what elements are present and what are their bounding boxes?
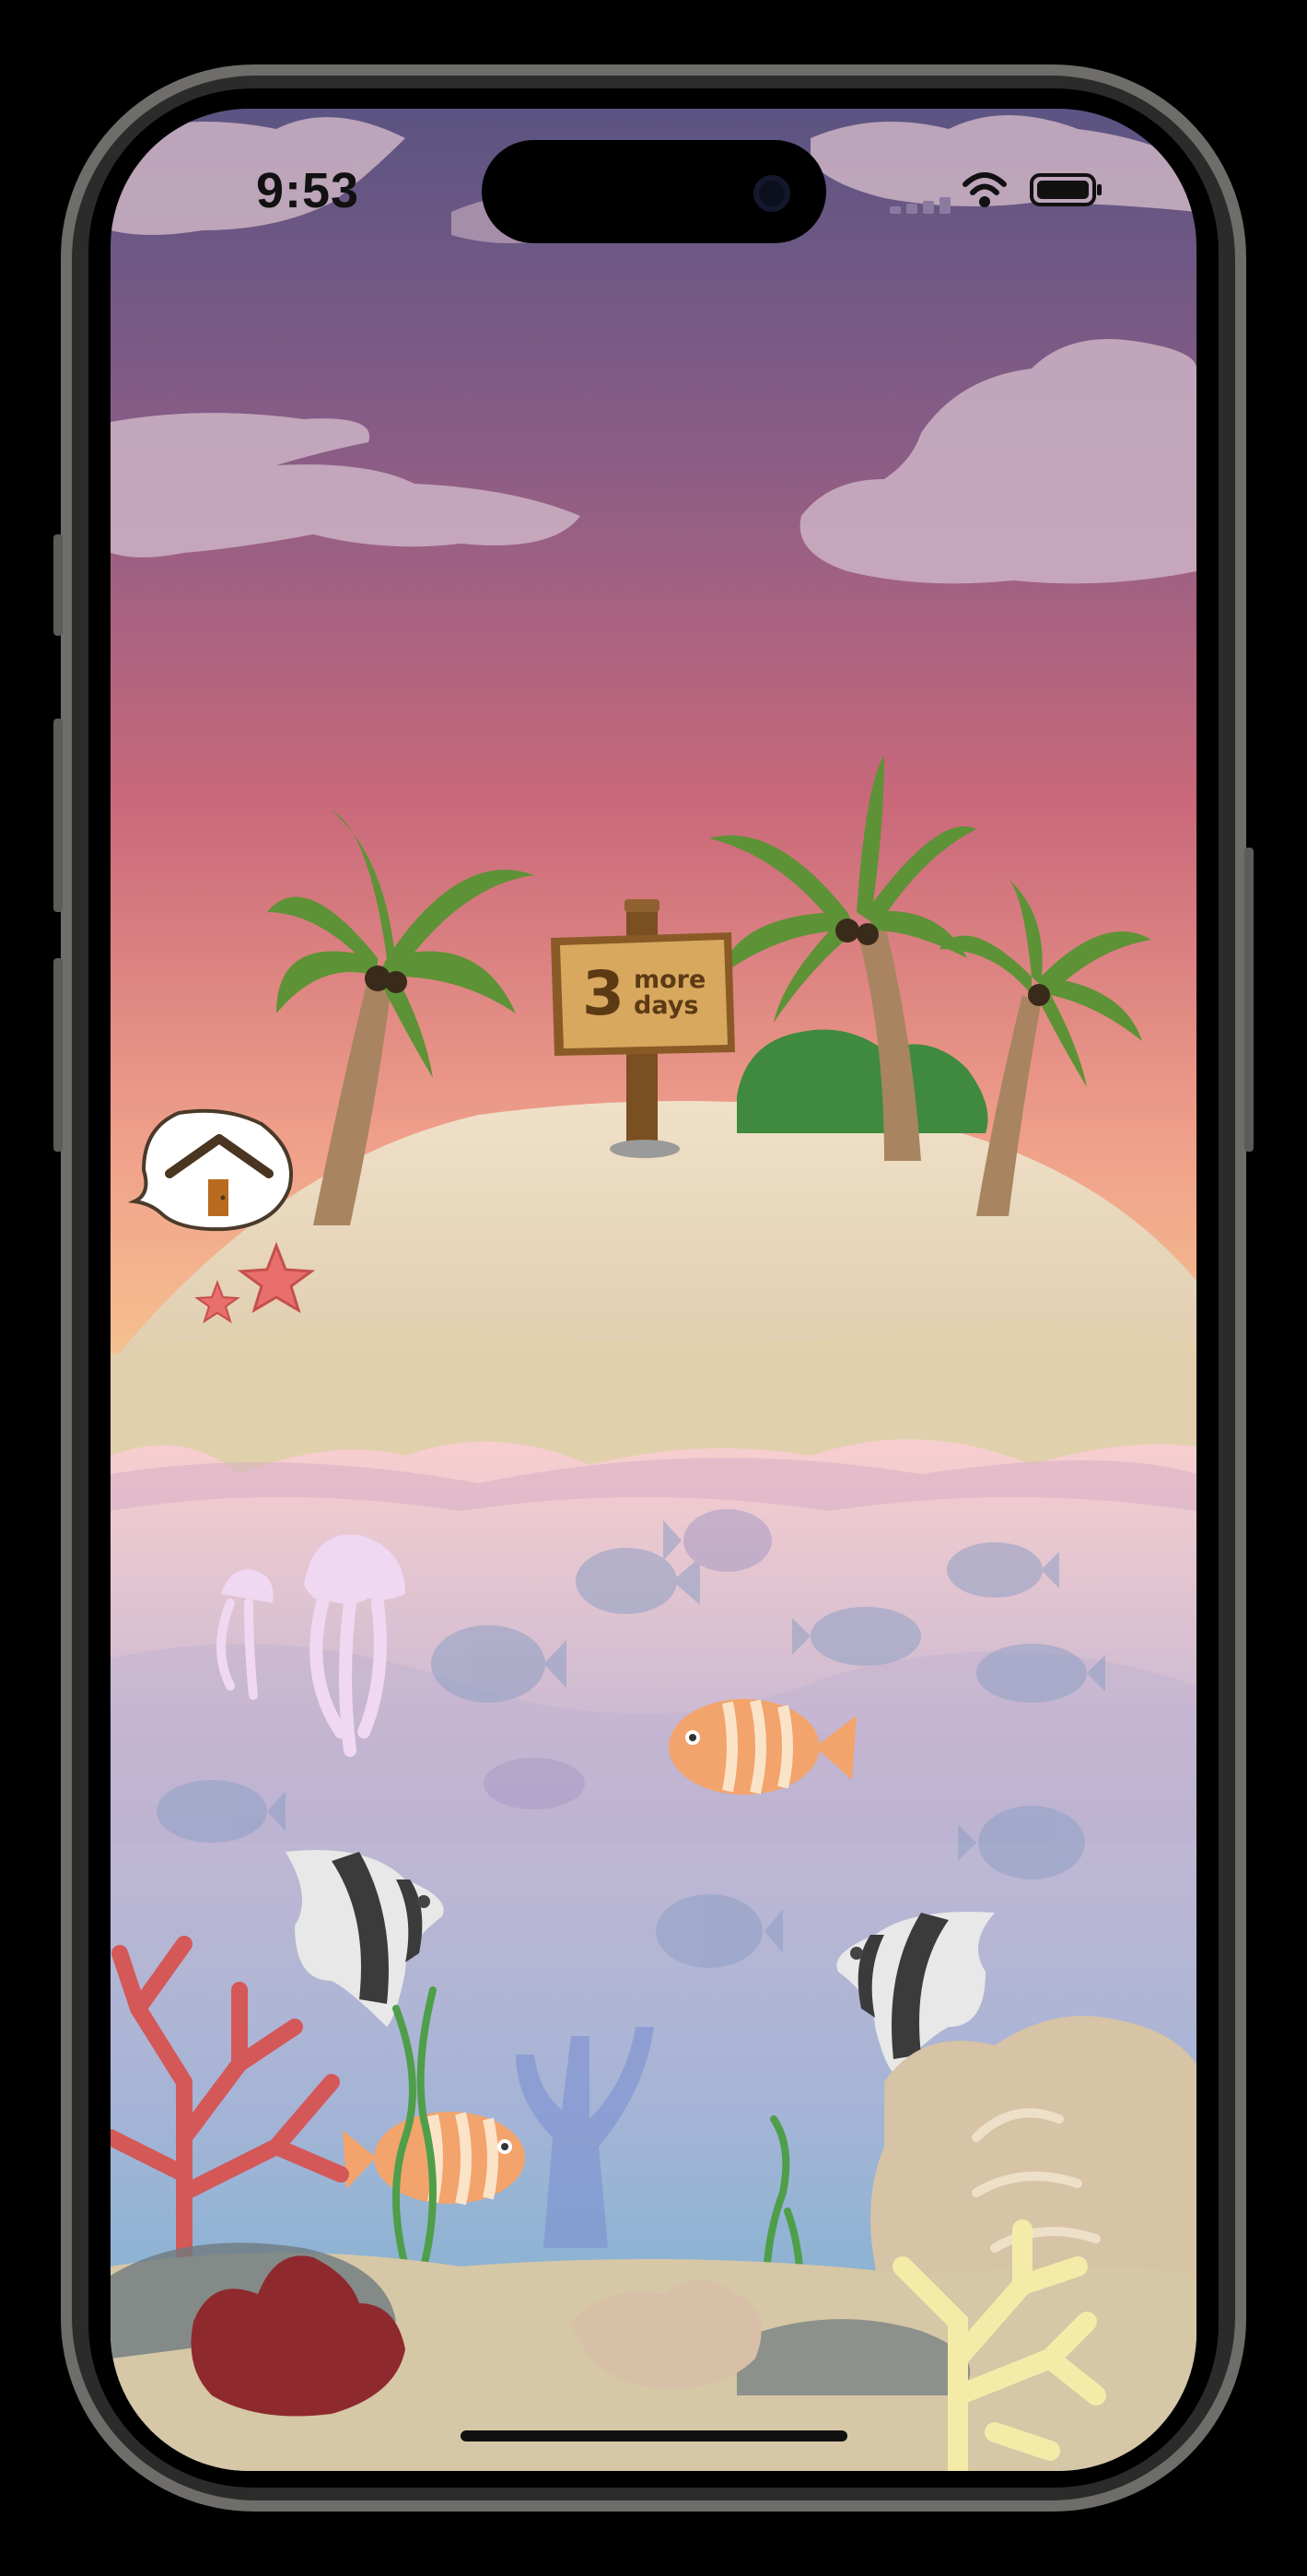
sign-days-number: 3 <box>582 958 624 1029</box>
phone-device: 9:53 3 more days <box>0 0 1307 2576</box>
volume-down-button <box>53 958 63 1152</box>
tan-coral <box>870 2016 1196 2303</box>
sign-label: more days <box>634 967 706 1019</box>
sign-label-line1: more <box>634 966 706 994</box>
sign-label-line2: days <box>634 991 699 1020</box>
status-time: 9:53 <box>256 163 360 218</box>
game-scene <box>53 64 1254 2512</box>
home-indicator[interactable] <box>461 2430 847 2441</box>
side-button <box>1244 848 1254 1152</box>
volume-up-button <box>53 719 63 912</box>
battery-icon <box>1030 173 1102 206</box>
home-button[interactable] <box>123 1106 298 1233</box>
wifi-icon <box>963 172 1007 207</box>
signal-icon <box>890 197 951 214</box>
status-bar: 9:53 <box>0 0 1307 243</box>
camera-icon <box>753 175 790 212</box>
action-button <box>53 534 63 636</box>
